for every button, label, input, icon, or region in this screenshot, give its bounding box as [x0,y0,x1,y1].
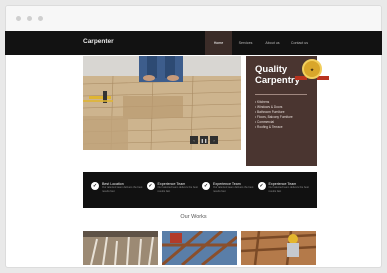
top-navigation: Carpenter Home Services About us Contact… [5,31,382,55]
check-circle-icon: ✓ [257,182,266,190]
services-list-item[interactable]: Roofing & Terrace [255,125,317,130]
check-circle-icon: ✓ [91,182,99,190]
menu-item-home[interactable]: Home [205,31,232,55]
feature-description: Our talented team delivers the best resu… [157,186,198,193]
our-works-heading: Our Works [180,214,207,220]
work-thumbnail[interactable] [83,231,158,265]
check-circle-icon: ✓ [202,182,210,190]
pause-icon[interactable]: ❚❚ [200,136,208,144]
main-menu: Home Services About us Contact us [205,31,313,55]
features-strip: ✓ Best Location Our talented team delive… [83,172,317,208]
badge-ribbon-right [317,76,329,80]
feature-description: Our talented team delivers the best resu… [213,186,254,193]
menu-item-about[interactable]: About us [259,31,286,55]
menu-item-contact[interactable]: Contact us [286,31,313,55]
feature-description: Our talented team delivers the best resu… [268,186,309,193]
work-thumbnail[interactable] [241,231,316,265]
browser-toolbar [6,6,381,32]
services-list: Kitchens Windows & Doors Bathroom Furnit… [255,100,317,130]
feature-item: ✓ Experience Team Our talented team deli… [202,182,258,208]
feature-item: ✓ Best Location Our talented team delive… [91,182,147,208]
window-maximize-dot[interactable] [38,16,43,21]
window-minimize-dot[interactable] [27,16,32,21]
works-gallery [83,231,316,265]
menu-item-services[interactable]: Services [232,31,259,55]
arrow-right-icon[interactable]: › [210,136,218,144]
slider-controls: ‹ ❚❚ › [190,136,218,144]
feature-item: ✓ Experience Team Our talented team deli… [257,182,314,208]
feature-item: ✓ Experience Team Our talented team deli… [146,182,203,208]
panel-divider [255,94,307,95]
feature-description: Our talented team delivers the best resu… [102,186,143,193]
check-circle-icon: ✓ [146,182,155,190]
award-seal-icon: ★ [302,59,322,79]
arrow-left-icon[interactable]: ‹ [190,136,198,144]
window-close-dot[interactable] [16,16,21,21]
site-logo[interactable]: Carpenter [83,38,114,45]
work-thumbnail[interactable] [162,231,237,265]
